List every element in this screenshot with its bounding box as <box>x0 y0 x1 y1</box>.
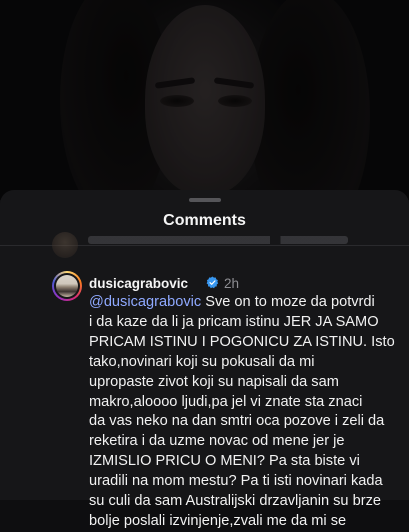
sheet-title: Comments <box>163 212 246 229</box>
video-backdrop <box>0 0 409 200</box>
avatar[interactable] <box>52 271 82 301</box>
comment-line: uradili na mom mestu? Pa ti isti novinar… <box>89 473 383 490</box>
comment-line: PRICAM ISTINU I POGONICU ZA ISTINU. Isto <box>89 333 395 350</box>
verified-badge-icon <box>206 276 219 289</box>
comment-timestamp: 2h <box>224 276 240 291</box>
comment-line: i da kaze da li ja pricam istinu JER JA … <box>89 313 379 330</box>
comment-line: upropaste zivot koji su napisali da sam <box>89 373 339 390</box>
comment-body: @dusicagrabovic Sve on to moze da potvrd… <box>89 293 407 532</box>
comment-line: tako,novinari koji su pokusali da mi <box>89 353 315 370</box>
comment-line: @dusicagrabovic Sve on to moze da potvrd… <box>89 294 375 310</box>
comment-line: bolje poslali izvinjenje,zvali me da mi … <box>89 512 347 529</box>
sheet-grabber[interactable] <box>189 198 221 202</box>
comment-line: su culi da sam Australijski drzavljanin … <box>89 493 381 510</box>
comment-mention[interactable]: @dusicagrabovic <box>89 294 201 310</box>
previous-comment-avatar[interactable] <box>52 232 78 258</box>
previous-comment-text <box>88 236 348 244</box>
comment-line: da vas neko na dan smtri oca pozove i ze… <box>89 413 385 430</box>
comment-line: reketira i da uzme novac od mene jer je <box>89 433 345 450</box>
comment-username[interactable]: dusicagrabovic <box>89 276 188 291</box>
comment-line: makro,aloooo ljudi,pa jel vi znate sta z… <box>89 393 363 410</box>
comment-line: IZMISLIO PRICU O MENI? Pa sta biste vi <box>89 453 360 470</box>
